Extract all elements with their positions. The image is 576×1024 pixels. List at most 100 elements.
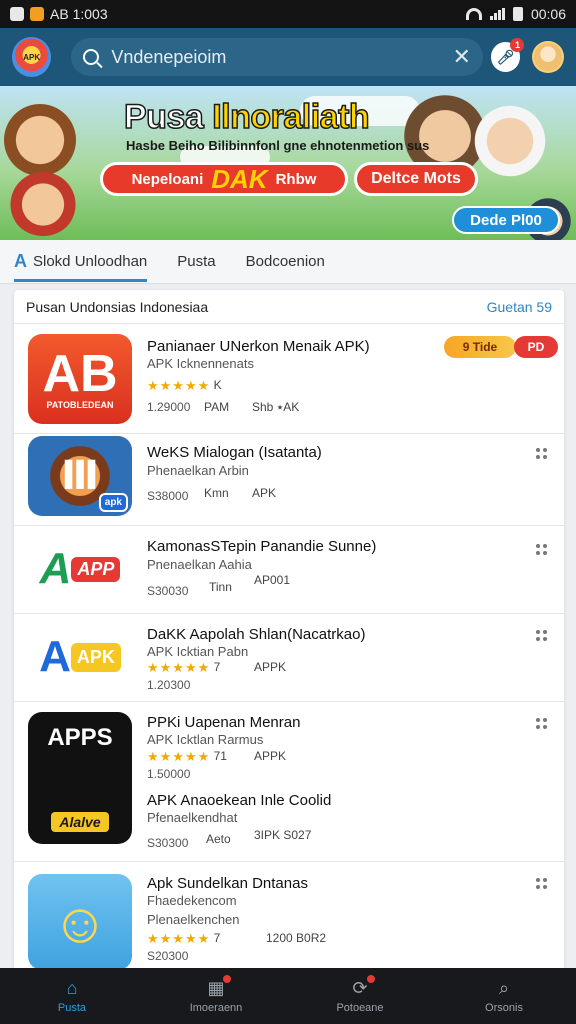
list-item[interactable]: APPS Alalve PPKi Uapenan Menran APK Ickt… — [14, 702, 564, 862]
app-meta: AP001 — [254, 573, 291, 587]
app-logo[interactable]: APK — [12, 37, 52, 77]
promo-tag-label: 9 Tide — [462, 340, 498, 354]
avatar[interactable] — [532, 41, 564, 73]
star-rating: ★★★★★ — [147, 749, 211, 764]
list-item[interactable]: AB PATOBLEDEAN Panianaer UNerkon Menaik … — [14, 324, 564, 434]
banner-pill-secondary-label: Deltce Mots — [371, 170, 461, 187]
wifi-icon — [465, 8, 482, 20]
app-icon-letter: A — [39, 632, 71, 681]
notification-badge: 1 — [510, 38, 525, 52]
nav-label: Imoeraenn — [189, 1002, 243, 1014]
app-subtitle-secondary: Pfenaelkendhat — [147, 810, 238, 825]
app-icon: Ⅲ apk — [28, 436, 132, 516]
banner-title-part2: Ilnoraliath — [211, 97, 370, 137]
app-subtitle: Phenaelkan Arbin — [147, 463, 249, 478]
app-icon-text: APPS — [47, 724, 113, 751]
apk-badge-icon: apk — [98, 493, 128, 512]
app-size: S38000 — [147, 489, 189, 503]
tab-pusta[interactable]: Pusta — [177, 240, 215, 284]
app-icon-letter: A — [39, 544, 72, 593]
search-bar[interactable]: ✕ — [71, 38, 483, 76]
close-icon[interactable]: ✕ — [453, 44, 471, 70]
nav-label: Orsonis — [485, 1002, 523, 1014]
app-size: S20300 — [147, 949, 189, 963]
rating-extra: 7 — [213, 931, 221, 945]
badge-tag-label: PD — [527, 340, 545, 354]
app-subtitle: APK Icknennenats — [147, 356, 254, 371]
banner-cta-button[interactable]: Dede Pl00 — [452, 206, 560, 234]
app-icon-text: APK — [70, 642, 121, 672]
app-name: Panianaer UNerkon Menaik APK) — [147, 338, 370, 355]
nav-label: Pusta — [57, 1002, 87, 1014]
nav-potoeane[interactable]: ⟳ Potoeane — [288, 968, 432, 1024]
nav-pusta[interactable]: ⌂ Pusta — [0, 968, 144, 1024]
banner-pill-primary[interactable]: Nepeloani DAK Rhbw — [100, 162, 348, 196]
status-time: 00:06 — [530, 6, 566, 22]
notification-icon — [10, 7, 24, 21]
banner-cta-label: Dede Pl00 — [470, 211, 542, 229]
cartoon-character — [8, 166, 78, 236]
mic-icon: 🎤︎ — [496, 48, 515, 65]
app-subtitle: Plenaelkenchen — [147, 912, 240, 927]
apk-icon: A — [14, 251, 27, 271]
app-meta: 3IPK S027 — [254, 828, 312, 842]
more-options-icon[interactable] — [536, 448, 548, 459]
top-app-bar: APK ✕ 🎤︎ 1 — [0, 28, 576, 86]
more-options-icon[interactable] — [536, 878, 548, 889]
list-item[interactable]: ☺ Apk Sundelkan Dntanas Fhaedekencom Ple… — [14, 862, 564, 980]
more-options-icon[interactable] — [536, 544, 548, 555]
rating-extra: 7 — [213, 660, 221, 674]
app-subtitle: APK Icktian Pabn — [147, 644, 249, 659]
nav-imoeraenn[interactable]: ▦ Imoeraenn — [144, 968, 288, 1024]
app-meta: APPK — [254, 660, 287, 674]
section-more-link[interactable]: Guetan 59 — [487, 299, 552, 315]
app-meta: Kmn — [204, 486, 229, 500]
signal-icon — [489, 8, 505, 20]
banner-pill-highlight: DAK — [211, 163, 268, 194]
app-icon: AB PATOBLEDEAN — [28, 334, 132, 424]
tab-label: Bodcoenion — [245, 253, 325, 270]
list-item[interactable]: A APK DaKK Aapolah Shlan(Nacatrkao) APK I… — [14, 614, 564, 702]
app-name: Apk Sundelkan Dntanas — [147, 875, 308, 892]
section-title: Pusan Undonsias Indonesiaa — [26, 298, 209, 315]
app-rating: ★★★★★ 71 — [147, 749, 227, 765]
star-rating: ★★★★★ — [147, 660, 211, 675]
tab-slokd[interactable]: A Slokd Unloodhan — [14, 240, 148, 284]
badge-tag: PD — [514, 336, 558, 358]
app-icon: A APK — [28, 620, 132, 694]
star-rating: ★★★★★ — [147, 378, 211, 393]
rating-extra: 71 — [213, 749, 227, 763]
notification-dot — [223, 975, 231, 983]
category-tabs: A Slokd Unloodhan Pusta Bodcoenion — [0, 240, 576, 284]
app-icon-text: ☺ — [51, 890, 109, 954]
promo-banner[interactable]: Pusa Ilnoraliath Hasbe Beiho Bilibinnfon… — [0, 86, 576, 240]
tab-label: Pusta — [177, 253, 216, 270]
cartoon-character — [0, 96, 80, 176]
list-item[interactable]: Ⅲ apk WeKS Mialogan (Isatanta) Phenaelka… — [14, 434, 564, 526]
banner-pill-secondary[interactable]: Deltce Mots — [354, 162, 478, 196]
app-meta: Shb ٭AK — [252, 400, 300, 414]
nav-orsonis[interactable]: ⌕ Orsonis — [432, 968, 576, 1024]
tab-bodcoenion[interactable]: Bodcoenion — [246, 240, 325, 284]
banner-subtitle: Hasbe Beiho Bilibinnfonl gne ehnotenmeti… — [126, 138, 430, 153]
app-icon: ☺ — [28, 874, 132, 970]
app-icon-text: AB — [42, 345, 118, 403]
app-icon: APPS Alalve — [28, 712, 132, 844]
more-options-icon[interactable] — [536, 630, 548, 641]
star-rating: ★★★★★ — [147, 931, 211, 946]
app-logo-text: APK — [23, 52, 41, 62]
search-icon — [83, 49, 100, 65]
app-subtitle: APK Icktlan Rarmus — [147, 732, 264, 747]
search-icon: ⌕ — [498, 977, 510, 998]
banner-title: Pusa Ilnoraliath — [123, 97, 370, 137]
app-size-secondary: S30300 — [147, 836, 189, 850]
more-options-icon[interactable] — [536, 718, 548, 729]
app-size: 1.29000 — [147, 400, 191, 414]
app-meta: 1200 B0R2 — [266, 931, 327, 945]
app-rating: ★★★★★ 7 — [147, 660, 220, 676]
search-input[interactable] — [111, 46, 445, 68]
app-list-card: Pusan Undonsias Indonesiaa Guetan 59 AB … — [14, 290, 564, 980]
list-item[interactable]: A APP KamonasSTepin Panandie Sunne) Pnena… — [14, 526, 564, 614]
app-name-secondary: APK Anaoekean Inle Coolid — [147, 792, 332, 809]
voice-search-button[interactable]: 🎤︎ 1 — [490, 38, 525, 72]
